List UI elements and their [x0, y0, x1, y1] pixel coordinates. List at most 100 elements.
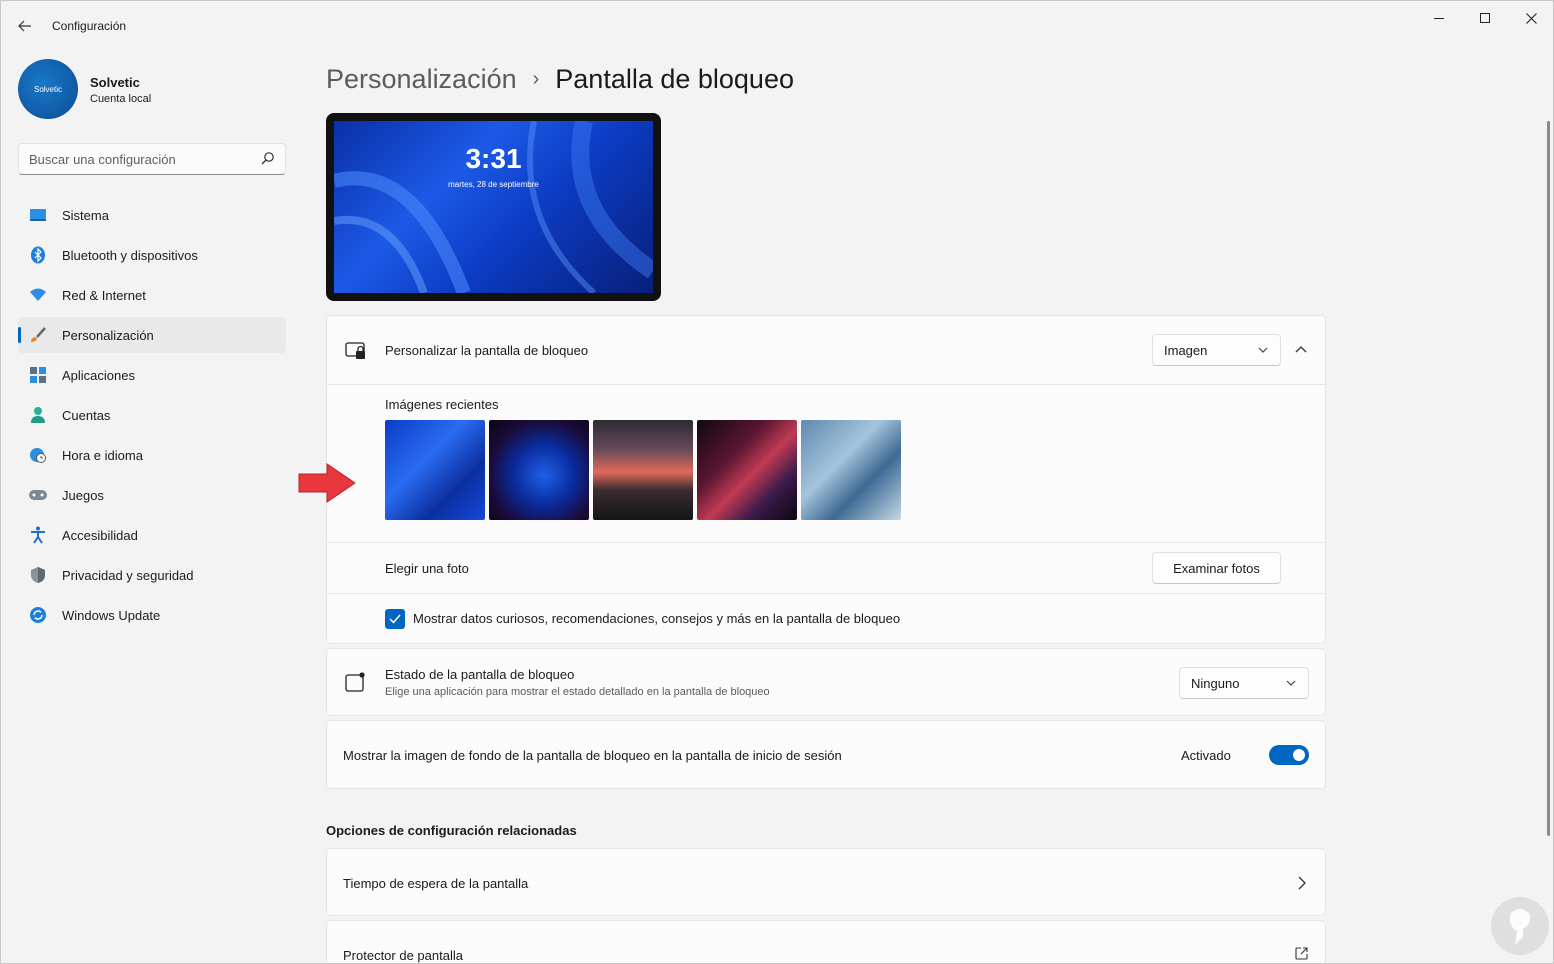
toggle-state-text: Activado	[1181, 748, 1231, 763]
wifi-icon	[29, 286, 47, 304]
breadcrumb-separator: ›	[532, 67, 540, 90]
minimize-icon	[1434, 17, 1444, 19]
browse-photos-button[interactable]: Examinar fotos	[1152, 552, 1281, 584]
avatar[interactable]: Solvetic	[18, 59, 78, 119]
preview-screen: 3:31 martes, 28 de septiembre	[334, 121, 653, 293]
sidebar-item-windows-update[interactable]: Windows Update	[18, 597, 286, 633]
sidebar-item-cuentas[interactable]: Cuentas	[18, 397, 286, 433]
title-bar: Configuración	[1, 1, 1553, 49]
sidebar-item-label: Bluetooth y dispositivos	[62, 247, 198, 263]
signin-background-toggle[interactable]	[1269, 745, 1309, 765]
sidebar-item-label: Sistema	[62, 207, 109, 223]
sidebar-item-label: Red & Internet	[62, 287, 146, 303]
open-external-icon	[1295, 947, 1308, 960]
apps-icon	[29, 366, 47, 384]
avatar-text: Solvetic	[33, 84, 62, 94]
screen-saver-label: Protector de pantalla	[343, 948, 463, 963]
personalize-lock-label: Personalizar la pantalla de bloqueo	[385, 343, 589, 358]
chevron-up-icon[interactable]	[1295, 345, 1307, 353]
choose-photo-label: Elegir una foto	[385, 561, 469, 576]
lock-status-card: Estado de la pantalla de bloqueo Elige u…	[326, 648, 1326, 716]
recent-image-thumbnail[interactable]	[385, 420, 485, 520]
lock-status-dropdown[interactable]: Ninguno	[1179, 667, 1309, 699]
lock-status-description: Elige una aplicación para mostrar el est…	[385, 686, 770, 698]
bluetooth-icon	[29, 246, 47, 264]
sidebar-item-label: Hora e idioma	[62, 447, 143, 463]
screen-timeout-link[interactable]: Tiempo de espera de la pantalla	[326, 848, 1326, 916]
choose-photo-row: Elegir una foto Examinar fotos	[327, 542, 1325, 593]
back-arrow-icon	[18, 20, 31, 32]
chevron-down-icon	[1258, 347, 1268, 353]
lock-screen-type-dropdown[interactable]: Imagen	[1152, 334, 1281, 366]
monitor-icon	[29, 206, 47, 224]
recent-images-list	[385, 420, 901, 520]
person-icon	[29, 406, 47, 424]
sidebar-item-label: Privacidad y seguridad	[62, 567, 194, 583]
watermark-logo	[1491, 897, 1549, 955]
screen-saver-link[interactable]: Protector de pantalla	[326, 920, 1326, 963]
personalize-lock-row[interactable]: Personalizar la pantalla de bloqueo Imag…	[327, 316, 1325, 384]
watermark-person-icon	[1509, 909, 1531, 945]
fun-facts-checkbox[interactable]	[385, 609, 405, 629]
shield-icon	[29, 566, 47, 584]
recent-image-thumbnail[interactable]	[801, 420, 901, 520]
screen-timeout-label: Tiempo de espera de la pantalla	[343, 876, 529, 891]
close-icon	[1525, 12, 1537, 24]
settings-window: Configuración Solvetic Solvetic Cuenta l…	[0, 0, 1554, 964]
maximize-button[interactable]	[1462, 1, 1508, 35]
sidebar-item-juegos[interactable]: Juegos	[18, 477, 286, 513]
signin-background-card: Mostrar la imagen de fondo de la pantall…	[326, 720, 1326, 789]
app-title: Configuración	[52, 19, 127, 33]
sidebar-item-bluetooth[interactable]: Bluetooth y dispositivos	[18, 237, 286, 273]
recent-image-thumbnail[interactable]	[697, 420, 797, 520]
gamepad-icon	[29, 486, 47, 504]
recent-image-thumbnail[interactable]	[593, 420, 693, 520]
lock-status-label: Estado de la pantalla de bloqueo	[385, 667, 575, 682]
maximize-icon	[1480, 13, 1490, 23]
preview-time: 3:31	[465, 143, 522, 174]
recent-images-label: Imágenes recientes	[385, 397, 499, 412]
sidebar-item-label: Juegos	[62, 487, 104, 503]
related-settings-title: Opciones de configuración relacionadas	[326, 823, 577, 838]
chevron-down-icon	[1286, 680, 1296, 686]
sidebar-item-accesibilidad[interactable]: Accesibilidad	[18, 517, 286, 553]
globe-clock-icon	[29, 446, 47, 464]
lock-screen-icon	[345, 342, 365, 359]
status-app-icon	[345, 672, 365, 692]
sidebar-item-hora[interactable]: Hora e idioma	[18, 437, 286, 473]
minimize-button[interactable]	[1416, 1, 1462, 35]
update-icon	[29, 606, 47, 624]
recent-image-thumbnail[interactable]	[489, 420, 589, 520]
sidebar-item-aplicaciones[interactable]: Aplicaciones	[18, 357, 286, 393]
sidebar-item-sistema[interactable]: Sistema	[18, 197, 286, 233]
profile-account-type: Cuenta local	[90, 93, 152, 105]
accessibility-icon	[29, 526, 47, 544]
sidebar-item-label: Accesibilidad	[62, 527, 138, 543]
breadcrumb: Personalización › Pantalla de bloqueo	[326, 59, 794, 99]
sidebar-item-label: Personalización	[62, 327, 154, 343]
sidebar-item-label: Windows Update	[62, 607, 161, 623]
chevron-right-icon	[1298, 876, 1306, 890]
vertical-scrollbar[interactable]	[1547, 121, 1550, 836]
close-button[interactable]	[1508, 1, 1553, 35]
search-icon[interactable]	[261, 151, 275, 165]
profile-name: Solvetic	[90, 75, 140, 90]
lock-screen-card: Personalizar la pantalla de bloqueo Imag…	[326, 315, 1326, 644]
dropdown-value: Ninguno	[1191, 675, 1240, 691]
fun-facts-label[interactable]: Mostrar datos curiosos, recomendaciones,…	[413, 611, 900, 626]
breadcrumb-parent[interactable]: Personalización	[326, 64, 517, 95]
search-box[interactable]	[18, 143, 286, 175]
checkmark-icon	[389, 614, 401, 624]
signin-background-label: Mostrar la imagen de fondo de la pantall…	[343, 748, 842, 763]
brush-icon	[29, 326, 47, 344]
sidebar-item-personalizacion[interactable]: Personalización	[18, 317, 286, 353]
sidebar-item-label: Aplicaciones	[62, 367, 135, 383]
sidebar-nav: Sistema Bluetooth y dispositivos Red & I…	[18, 197, 286, 637]
sidebar-item-privacidad[interactable]: Privacidad y seguridad	[18, 557, 286, 593]
annotation-arrow-icon	[298, 463, 356, 503]
search-input[interactable]	[19, 144, 249, 174]
fun-facts-row: Mostrar datos curiosos, recomendaciones,…	[327, 593, 1325, 644]
back-button[interactable]	[11, 13, 39, 39]
preview-date: martes, 28 de septiembre	[448, 180, 539, 189]
sidebar-item-red[interactable]: Red & Internet	[18, 277, 286, 313]
